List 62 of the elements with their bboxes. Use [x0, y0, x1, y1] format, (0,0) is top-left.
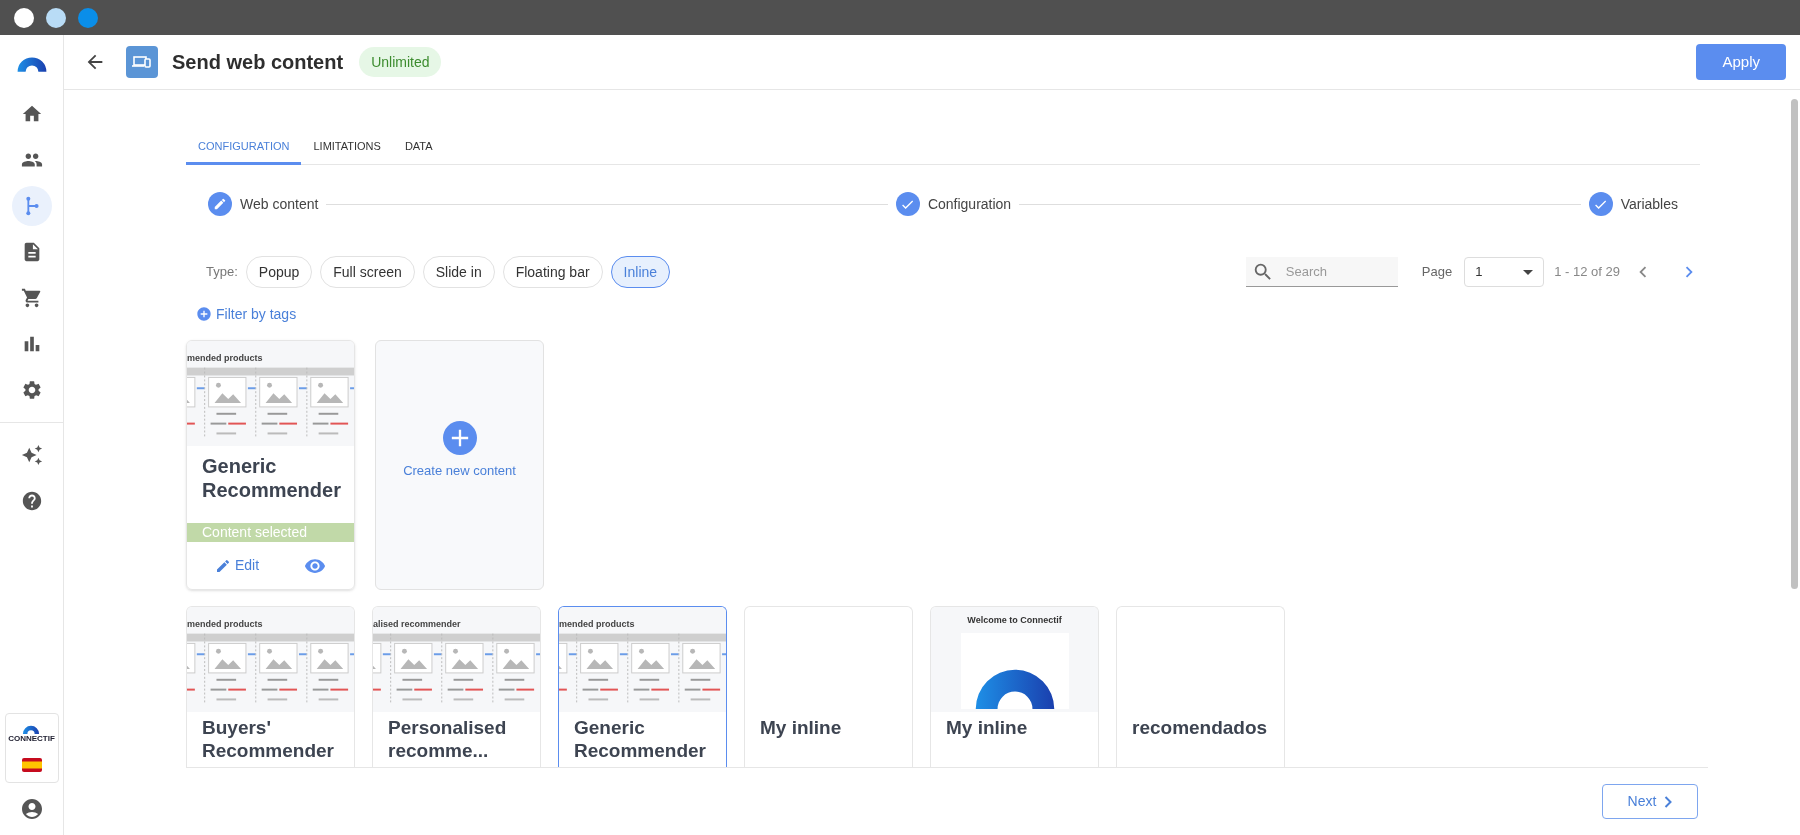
- step-icon: [1588, 192, 1613, 216]
- card-title: Generic Recommender: [573, 716, 707, 762]
- content-card[interactable]: recomendados: [1116, 606, 1285, 767]
- content-card[interactable]: mended products Generic Recommender: [558, 606, 727, 767]
- create-content-card[interactable]: Create new content: [375, 340, 544, 590]
- card-title: Personalised recomme...: [387, 716, 508, 762]
- preview-caption: alised recommender: [373, 619, 462, 631]
- pencil-icon: [215, 557, 231, 574]
- preview-caption: mended products: [187, 353, 264, 365]
- window-close-control[interactable]: [14, 7, 34, 28]
- edit-button[interactable]: Edit: [215, 555, 260, 576]
- step-icon: [208, 192, 232, 216]
- sparkles-icon: [20, 444, 43, 466]
- card-title: Generic Recommender: [201, 454, 342, 503]
- card-title: recomendados: [1131, 716, 1269, 739]
- content-card[interactable]: Welcome to Connectif My inline: [930, 606, 1099, 767]
- search-input[interactable]: Search: [1285, 261, 1376, 282]
- page-title: Send web content: [172, 50, 344, 75]
- brand-text: CONNECTIF: [8, 734, 55, 744]
- card-title: My inline: [945, 716, 1029, 739]
- filter-by-tags-link[interactable]: Filter by tags: [196, 304, 297, 324]
- content-selected-banner: Content selected: [187, 523, 354, 542]
- sidebar-item[interactable]: [11, 186, 52, 226]
- page-label: Page: [1421, 263, 1453, 282]
- search-field[interactable]: Search: [1245, 257, 1398, 287]
- type-chip[interactable]: Full screen: [320, 256, 415, 288]
- page-select[interactable]: 1: [1464, 257, 1545, 287]
- cart-icon: [20, 287, 43, 309]
- brand-logo-icon: [22, 724, 41, 734]
- next-button[interactable]: Next: [1602, 784, 1698, 819]
- type-chip[interactable]: Slide in: [422, 256, 495, 288]
- preview-caption: mended products: [559, 619, 636, 631]
- settings-icon: [20, 379, 43, 401]
- tab[interactable]: DATA: [392, 130, 445, 165]
- content-card[interactable]: mended products Generic Recommender Content selected Edit: [186, 340, 355, 590]
- scrollbar-thumb[interactable]: [1791, 99, 1798, 589]
- card-title: Buyers' Recommender: [201, 716, 335, 762]
- type-chip[interactable]: Floating bar: [502, 256, 603, 288]
- card-title: My inline: [759, 716, 843, 739]
- page-range: 1 - 12 of 29: [1554, 263, 1620, 282]
- preview-caption: mended products: [187, 619, 264, 631]
- content-card[interactable]: alised recommender Personalised recomme...: [372, 606, 541, 767]
- plan-badge: Unlimited: [359, 47, 442, 77]
- dropdown-caret-icon: [1523, 269, 1534, 275]
- content-card[interactable]: My inline: [744, 606, 913, 767]
- help-icon: [20, 490, 43, 512]
- content-card[interactable]: mended products Buyers' Recommender: [186, 606, 355, 767]
- preview-caption: Welcome to Connectif: [967, 615, 1062, 625]
- step-label: Configuration: [927, 194, 1012, 214]
- account-icon[interactable]: [19, 797, 44, 821]
- type-chip[interactable]: Popup: [245, 256, 313, 288]
- type-label: Type:: [206, 263, 238, 282]
- tab[interactable]: CONFIGURATION: [186, 130, 302, 165]
- chevron-right-icon: [1664, 795, 1673, 808]
- window-minimize-control[interactable]: [46, 7, 66, 28]
- step-icon: [895, 192, 920, 216]
- flag-icon[interactable]: [21, 758, 42, 772]
- devices-icon: [126, 46, 158, 78]
- type-chip[interactable]: Inline: [610, 256, 671, 288]
- tab[interactable]: LIMITATIONS: [301, 130, 393, 165]
- step-label: Variables: [1620, 194, 1678, 214]
- step-label: Web content: [240, 194, 319, 214]
